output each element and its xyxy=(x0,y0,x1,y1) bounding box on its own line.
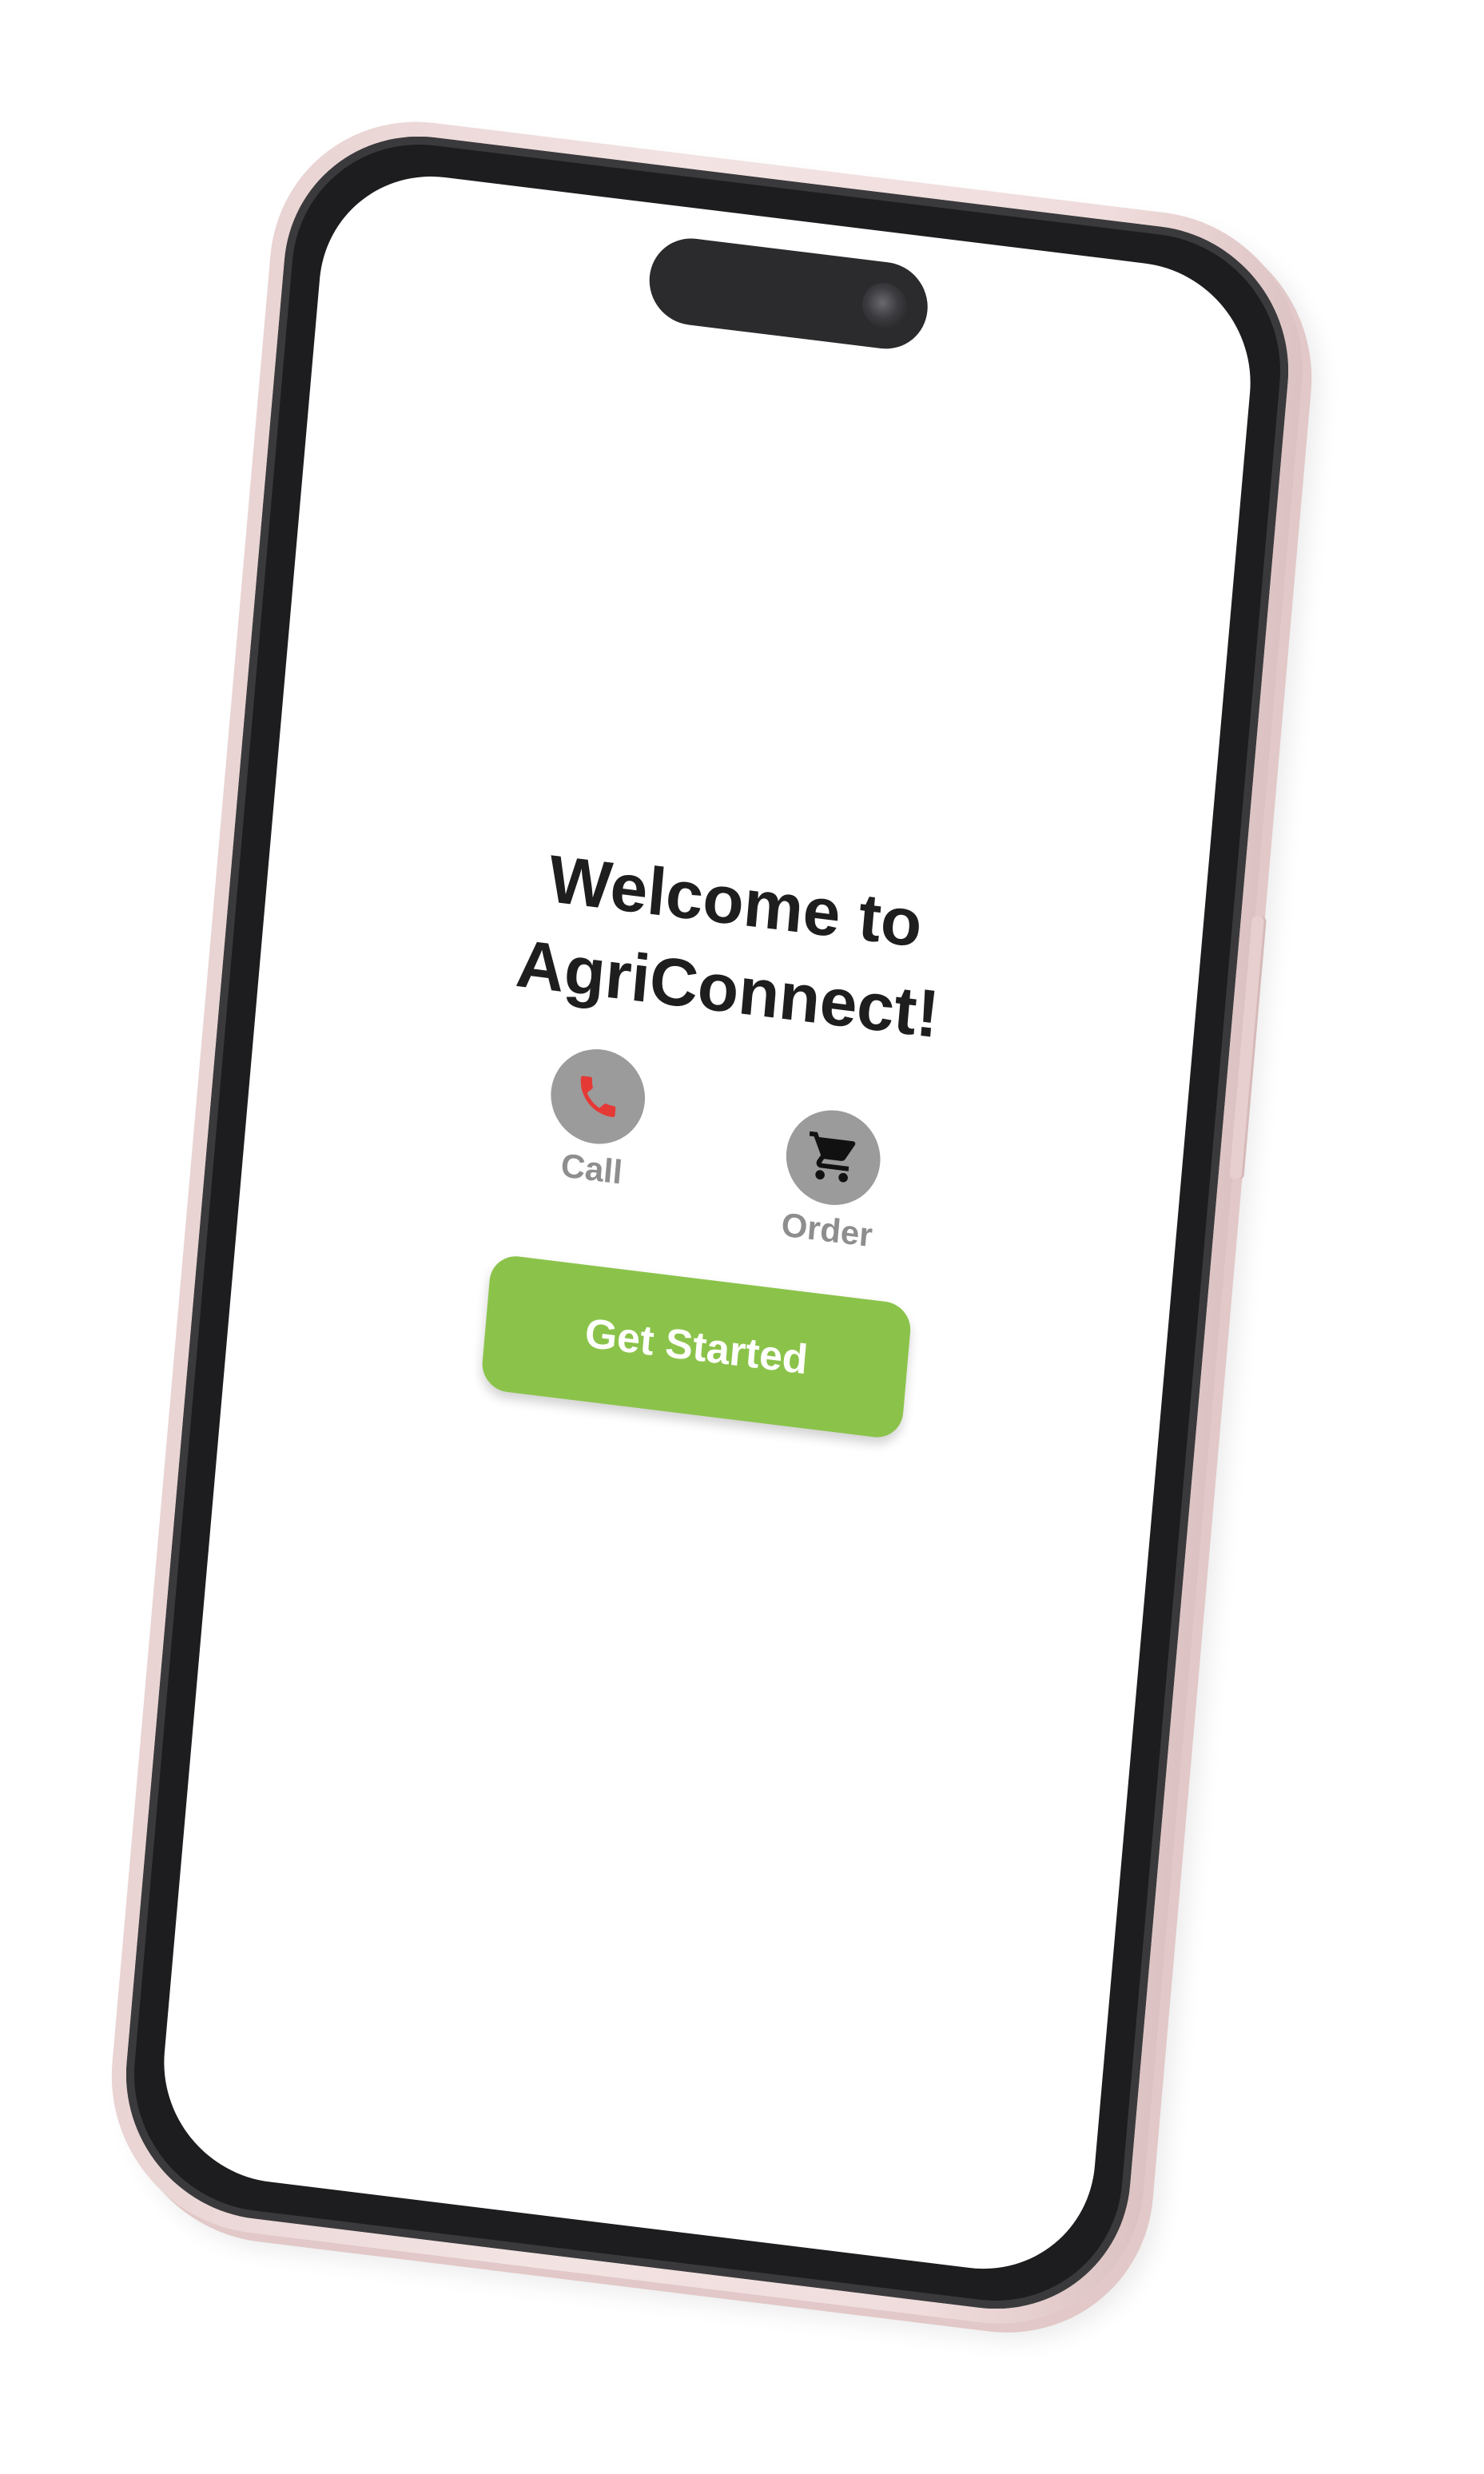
quick-actions: Call Order xyxy=(499,1039,927,1273)
dynamic-island xyxy=(646,233,932,354)
get-started-button[interactable]: Get Started xyxy=(479,1253,913,1441)
phone-bezel: Welcome to AgriConnect! Call Order Get S… xyxy=(114,120,1300,2325)
phone-icon xyxy=(580,1076,616,1117)
cart-icon xyxy=(809,1131,856,1183)
mockup-stage: Welcome to AgriConnect! Call Order Get S… xyxy=(0,0,1484,2474)
welcome-content: Welcome to AgriConnect! Call Order Get S… xyxy=(225,800,1204,1471)
order-label: Order xyxy=(779,1205,874,1255)
order-icon-circle[interactable] xyxy=(782,1104,885,1211)
phone-device: Welcome to AgriConnect! Call Order Get S… xyxy=(98,104,1316,2341)
phone-screen: Welcome to AgriConnect! Call Order Get S… xyxy=(154,163,1260,2282)
call-action[interactable]: Call xyxy=(527,1042,666,1196)
welcome-title: Welcome to AgriConnect! xyxy=(513,841,942,1052)
call-icon-circle[interactable] xyxy=(547,1044,649,1150)
call-label: Call xyxy=(559,1146,624,1191)
camera-icon xyxy=(860,280,909,331)
order-action[interactable]: Order xyxy=(762,1103,901,1257)
